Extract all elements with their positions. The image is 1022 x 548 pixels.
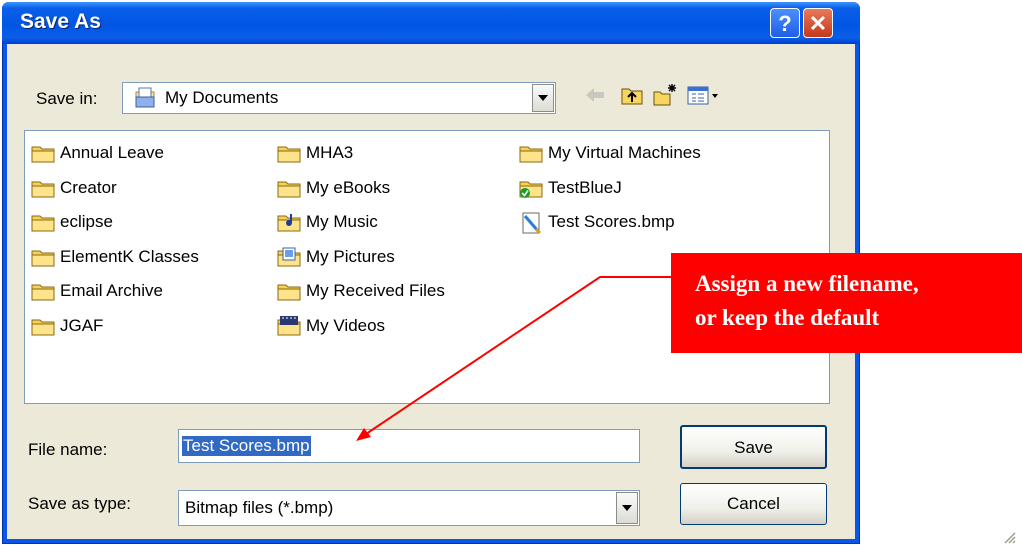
close-button[interactable]: ✕: [803, 8, 833, 38]
file-name-text: TestBlueJ: [548, 177, 622, 197]
save-in-label: Save in:: [36, 89, 98, 108]
callout-line-2: or keep the default: [695, 305, 880, 330]
folder-icon: [31, 178, 57, 198]
new-folder-icon[interactable]: [652, 82, 678, 108]
folder-icon: [519, 143, 545, 163]
file-name-text: My Received Files: [306, 281, 445, 300]
file-name-text: MHA3: [306, 143, 354, 162]
views-menu-icon[interactable]: [686, 82, 722, 108]
folder-icon: [31, 143, 57, 163]
back-arrow-icon[interactable]: [582, 82, 608, 108]
folder-icon: [277, 281, 303, 301]
folder-icon: [277, 143, 303, 163]
save-as-type-label: Save as type:: [28, 494, 132, 513]
file-name-label: File name:: [28, 440, 108, 459]
my-documents-icon: [133, 86, 157, 110]
save-in-value: My Documents: [165, 88, 279, 107]
list-item[interactable]: My Received Files: [277, 279, 445, 303]
file-name-text: eclipse: [60, 212, 113, 231]
file-name-text: My Videos: [306, 315, 386, 335]
music-folder-icon: [277, 212, 303, 232]
pictures-folder-icon: [277, 247, 303, 267]
file-name-input[interactable]: Test Scores.bmp: [178, 429, 640, 463]
file-name-text: My Music: [306, 212, 378, 231]
list-item[interactable]: Annual Leave: [31, 141, 164, 165]
file-name-text: Test Scores.bmp: [548, 212, 675, 231]
up-one-level-icon[interactable]: [619, 82, 645, 108]
chevron-down-icon[interactable]: [616, 492, 638, 524]
list-item[interactable]: My Music: [277, 210, 378, 234]
resize-grip-icon[interactable]: [1002, 530, 1016, 544]
list-item[interactable]: My eBooks: [277, 176, 390, 200]
save-button[interactable]: Save: [680, 425, 827, 469]
file-name-text: JGAF: [60, 315, 104, 335]
list-item[interactable]: Test Scores.bmp: [519, 210, 675, 235]
list-item[interactable]: ElementK Classes: [31, 245, 199, 269]
videos-folder-icon: [277, 315, 303, 336]
file-name-value: Test Scores.bmp: [182, 436, 311, 456]
list-item[interactable]: My Videos: [277, 314, 385, 338]
folder-icon: [31, 247, 57, 267]
callout-box: Assign a new filename, or keep the defau…: [671, 253, 1022, 353]
dialog-title: Save As: [20, 10, 101, 33]
folder-icon: [31, 316, 57, 336]
list-item[interactable]: MHA3: [277, 141, 353, 165]
list-item[interactable]: eclipse: [31, 210, 113, 234]
list-item[interactable]: My Pictures: [277, 245, 395, 269]
folder-icon: [277, 178, 303, 198]
list-item[interactable]: Creator: [31, 176, 117, 200]
file-name-text: Annual Leave: [60, 143, 164, 162]
help-button[interactable]: ?: [770, 8, 800, 38]
callout-line-1: Assign a new filename,: [695, 271, 919, 296]
file-name-text: My eBooks: [306, 177, 391, 197]
file-name-text: Creator: [60, 177, 117, 197]
list-item[interactable]: TestBlueJ: [519, 176, 622, 200]
list-item[interactable]: JGAF: [31, 314, 103, 338]
folder-icon: [31, 281, 57, 301]
title-bar[interactable]: Save As ? ✕: [2, 2, 860, 44]
file-name-text: ElementK Classes: [60, 246, 199, 266]
folder-icon: [31, 212, 57, 232]
list-item[interactable]: Email Archive: [31, 279, 163, 303]
cancel-button[interactable]: Cancel: [680, 483, 827, 525]
file-name-text: Email Archive: [60, 281, 163, 300]
bluej-project-icon: [519, 178, 545, 198]
file-name-text: My Pictures: [306, 246, 395, 266]
list-item[interactable]: My Virtual Machines: [519, 141, 701, 165]
save-in-dropdown[interactable]: My Documents: [122, 82, 556, 114]
file-name-text: My Virtual Machines: [548, 143, 701, 162]
bitmap-file-icon: [519, 212, 545, 235]
save-as-type-value: Bitmap files (*.bmp): [185, 498, 334, 517]
chevron-down-icon[interactable]: [532, 84, 554, 112]
save-as-type-dropdown[interactable]: Bitmap files (*.bmp): [178, 490, 640, 526]
